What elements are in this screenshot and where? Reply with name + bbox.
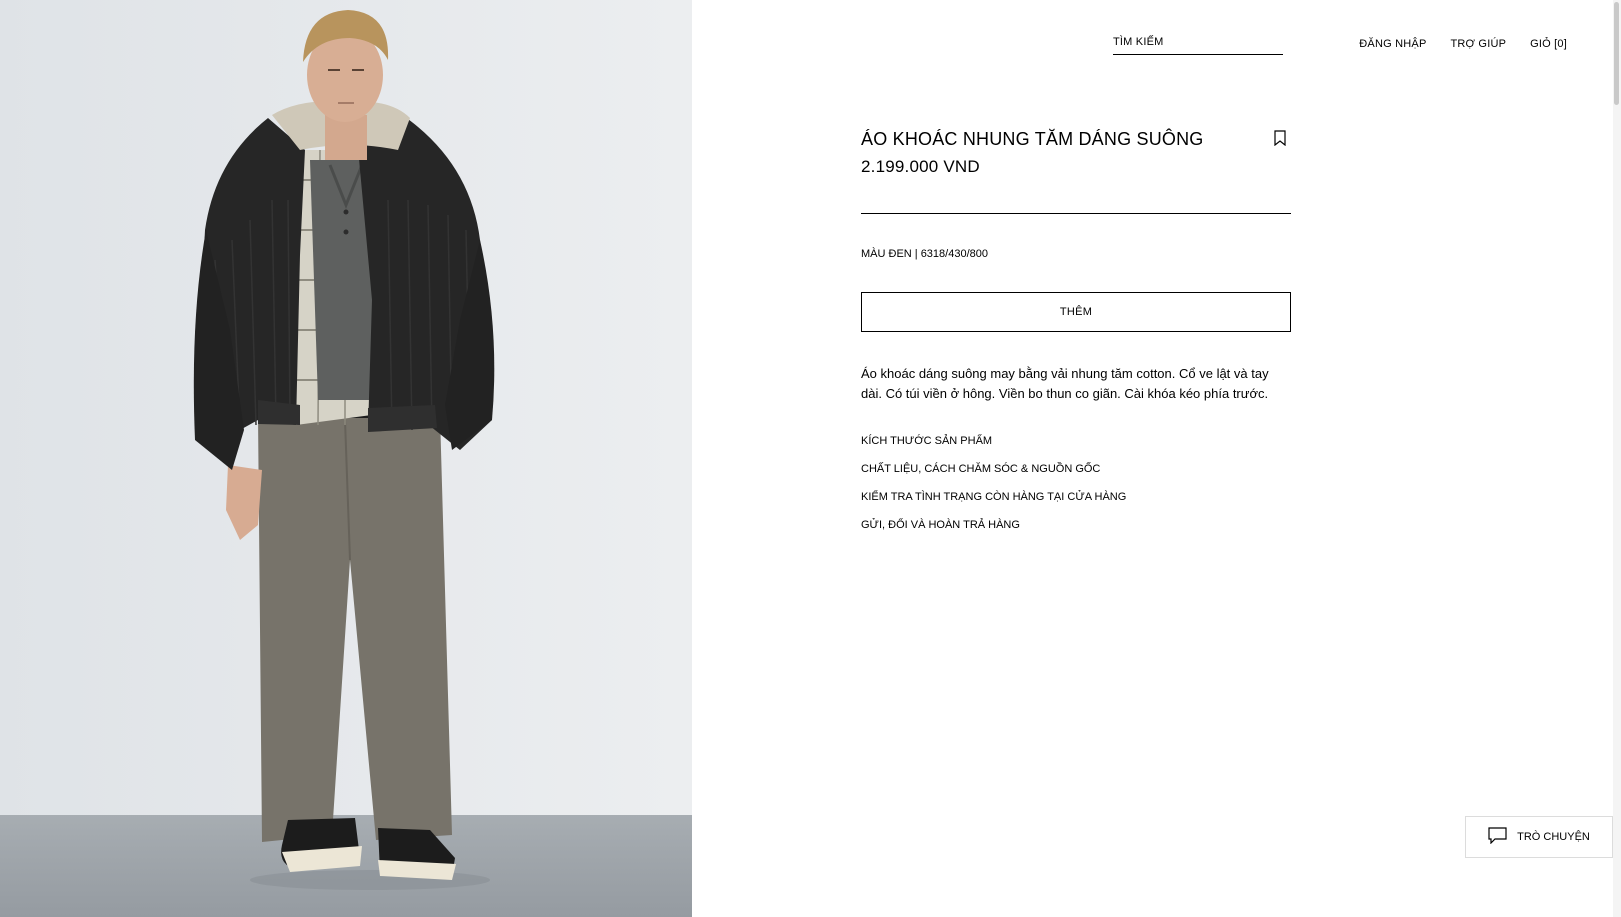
cart-link[interactable]: GIỎ [0] bbox=[1530, 37, 1567, 51]
product-details-list: KÍCH THƯỚC SẢN PHẨM CHẤT LIỆU, CÁCH CHĂM… bbox=[861, 434, 1291, 546]
help-link[interactable]: TRỢ GIÚP bbox=[1450, 37, 1506, 51]
chat-label: TRÒ CHUYỆN bbox=[1517, 831, 1590, 843]
product-info: ÁO KHOÁC NHUNG TĂM DÁNG SUÔNG 2.199.000 … bbox=[861, 126, 1291, 562]
accordion-item-product-size[interactable]: KÍCH THƯỚC SẢN PHẨM bbox=[861, 434, 1291, 462]
product-title-row: ÁO KHOÁC NHUNG TĂM DÁNG SUÔNG bbox=[861, 126, 1291, 154]
page-scrollbar[interactable] bbox=[1613, 0, 1621, 917]
product-title: ÁO KHOÁC NHUNG TĂM DÁNG SUÔNG bbox=[861, 129, 1204, 149]
product-photo-illustration bbox=[0, 0, 692, 917]
accordion-item-store-availability[interactable]: KIỂM TRA TÌNH TRẠNG CÒN HÀNG TẠI CỬA HÀN… bbox=[861, 490, 1291, 518]
product-description: Áo khoác dáng suông may bằng vải nhung t… bbox=[861, 366, 1269, 401]
add-to-cart-button[interactable]: THÊM bbox=[861, 292, 1291, 332]
search-field[interactable]: TÌM KIẾM bbox=[1113, 34, 1283, 55]
scrollbar-thumb[interactable] bbox=[1614, 2, 1619, 105]
bookmark-icon[interactable] bbox=[1273, 130, 1287, 147]
divider bbox=[861, 213, 1291, 214]
search-label: TÌM KIẾM bbox=[1113, 36, 1164, 48]
chat-bubble-icon bbox=[1488, 827, 1507, 847]
product-image[interactable] bbox=[0, 0, 692, 917]
accordion-item-material-care[interactable]: CHẤT LIỆU, CÁCH CHĂM SÓC & NGUỒN GỐC bbox=[861, 462, 1291, 490]
accordion-item-shipping-returns[interactable]: GỬI, ĐỔI VÀ HOÀN TRẢ HÀNG bbox=[861, 518, 1291, 546]
login-link[interactable]: ĐĂNG NHẬP bbox=[1359, 37, 1426, 51]
product-price: 2.199.000 VND bbox=[861, 157, 980, 176]
top-nav: ĐĂNG NHẬP TRỢ GIÚP GIỎ [0] bbox=[1359, 37, 1567, 51]
chat-button[interactable]: TRÒ CHUYỆN bbox=[1465, 816, 1613, 858]
product-color-reference: MÀU ĐEN | 6318/430/800 bbox=[861, 248, 988, 260]
